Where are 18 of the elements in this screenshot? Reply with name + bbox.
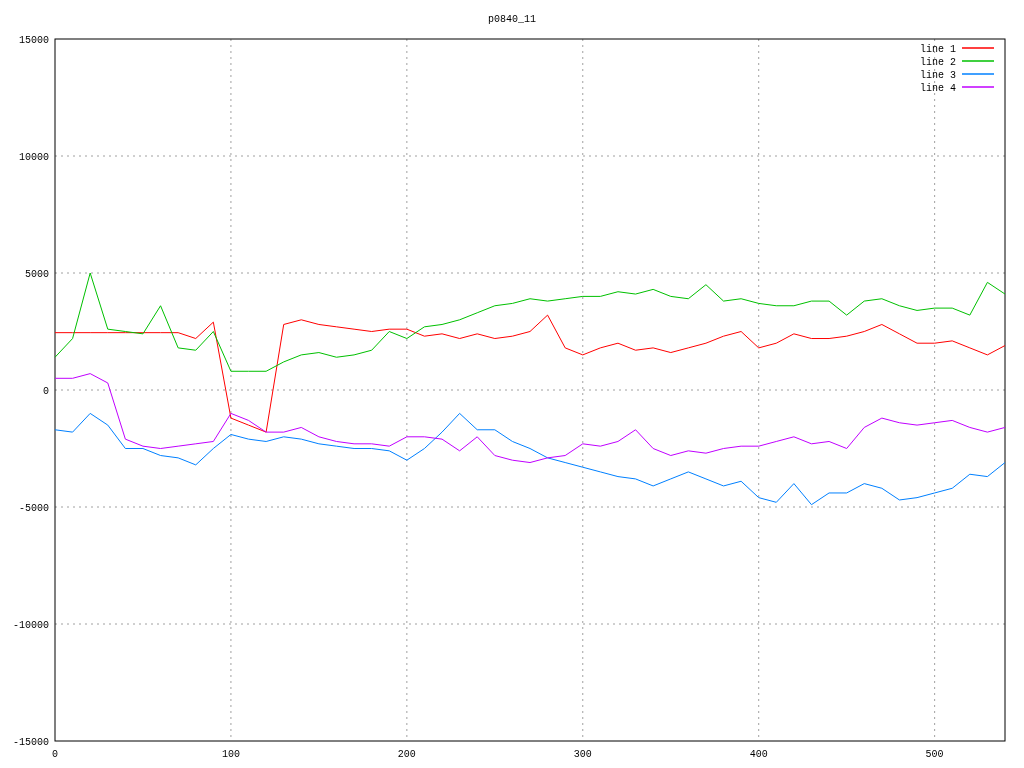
tick-label: 0 xyxy=(43,386,49,397)
tick-label: -15000 xyxy=(13,737,49,748)
tick-label: 5000 xyxy=(25,269,49,280)
tick-label: 100 xyxy=(221,749,240,760)
chart-title: p0840_11 xyxy=(488,14,536,25)
tick-label: 200 xyxy=(397,749,416,760)
tick-label: 500 xyxy=(925,749,944,760)
tick-label: 0 xyxy=(52,749,58,760)
tick-label: -10000 xyxy=(13,620,49,631)
tick-label: 300 xyxy=(573,749,592,760)
tick-label: 15000 xyxy=(19,35,49,46)
legend-label: line 1 xyxy=(920,44,956,55)
tick-label: 400 xyxy=(749,749,768,760)
tick-label: 10000 xyxy=(19,152,49,163)
tick-label: -5000 xyxy=(19,503,49,514)
legend-label: line 2 xyxy=(920,57,956,68)
legend-label: line 4 xyxy=(920,83,956,94)
legend-label: line 3 xyxy=(920,70,956,81)
